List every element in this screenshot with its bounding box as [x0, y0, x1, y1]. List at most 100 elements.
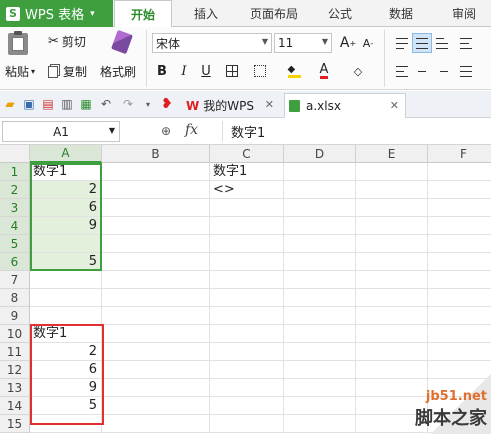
paste-label: 粘贴: [5, 65, 30, 79]
align-middle-icon: [416, 37, 428, 49]
cell-a11[interactable]: 2: [30, 343, 102, 361]
save-icon[interactable]: ▣: [22, 97, 36, 111]
row-header-10[interactable]: 10: [0, 325, 30, 343]
column-header-d[interactable]: D: [284, 145, 356, 163]
row-header-4[interactable]: 4: [0, 217, 30, 235]
tab-formulas[interactable]: 公式: [318, 0, 362, 27]
cell-a5[interactable]: [30, 235, 102, 253]
tab-insert[interactable]: 插入: [182, 0, 230, 27]
zoom-icon[interactable]: ⊕: [161, 124, 171, 138]
align-left-button[interactable]: [392, 61, 412, 81]
align-bottom-button[interactable]: [432, 33, 452, 53]
undo-icon[interactable]: ↶: [99, 97, 113, 111]
align-middle-button[interactable]: [412, 33, 432, 53]
cell-a8[interactable]: [30, 289, 102, 307]
fill-color-button[interactable]: ◆: [284, 61, 304, 81]
row-header-14[interactable]: 14: [0, 397, 30, 415]
doc-tab-a-xlsx[interactable]: a.xlsx ✕: [284, 93, 406, 118]
italic-button[interactable]: I: [174, 61, 194, 81]
cell-a15[interactable]: [30, 415, 102, 433]
align-right-button[interactable]: [432, 61, 452, 81]
grow-font-button[interactable]: A +: [338, 33, 358, 53]
column-header-a[interactable]: A: [30, 145, 102, 163]
open-folder-icon[interactable]: ▰: [3, 97, 17, 111]
row-header-9[interactable]: 9: [0, 307, 30, 325]
tab-home[interactable]: 开始: [114, 0, 172, 28]
redo-icon[interactable]: ↷: [121, 97, 135, 111]
row-header-13[interactable]: 13: [0, 379, 30, 397]
worksheet-grid[interactable]: A B C D E F 1 2 3 4 5 6 7 8 9 10 11 12 1…: [0, 145, 491, 434]
row-header-5[interactable]: 5: [0, 235, 30, 253]
cell-a14[interactable]: 5: [30, 397, 102, 415]
close-icon[interactable]: ✕: [390, 99, 399, 112]
app-title: WPS 表格: [25, 8, 85, 23]
row-header-7[interactable]: 7: [0, 271, 30, 289]
row-header-15[interactable]: 15: [0, 415, 30, 433]
justify-button[interactable]: [456, 61, 476, 81]
wrap-text-button[interactable]: [456, 33, 476, 53]
cut-button[interactable]: ✂ 剪切: [48, 33, 86, 50]
chevron-down-icon[interactable]: ▾: [141, 97, 155, 111]
cut-label: 剪切: [61, 35, 86, 49]
copy-button[interactable]: 复制: [48, 63, 87, 80]
underline-button[interactable]: U: [196, 61, 216, 81]
scissors-icon: ✂: [48, 34, 59, 49]
cell-a2[interactable]: 2: [30, 181, 102, 199]
align-top-button[interactable]: [392, 33, 412, 53]
row-header-3[interactable]: 3: [0, 199, 30, 217]
doc-tab-my-wps[interactable]: W 我的WPS ✕: [182, 93, 280, 118]
font-size-select[interactable]: 11 ▼: [274, 33, 332, 53]
row-header-11[interactable]: 11: [0, 343, 30, 361]
align-center-button[interactable]: [412, 61, 432, 81]
column-header-b[interactable]: B: [102, 145, 210, 163]
formula-bar: A1 ▼ ⊕ fx 数字1: [0, 119, 491, 145]
column-header-e[interactable]: E: [356, 145, 428, 163]
column-c-cells[interactable]: [210, 199, 284, 433]
row-header-2[interactable]: 2: [0, 181, 30, 199]
cell-a3[interactable]: 6: [30, 199, 102, 217]
app-menu-button[interactable]: S WPS 表格 ▾: [0, 0, 113, 27]
shrink-font-button[interactable]: A-: [358, 33, 378, 53]
cell-c1[interactable]: 数字1: [210, 163, 284, 181]
row-header-8[interactable]: 8: [0, 289, 30, 307]
font-name-select[interactable]: 宋体 ▼: [152, 33, 272, 53]
cell-a4[interactable]: 9: [30, 217, 102, 235]
row-header-6[interactable]: 6: [0, 253, 30, 271]
column-f-cells[interactable]: [428, 163, 491, 433]
cell-a7[interactable]: [30, 271, 102, 289]
paste-button[interactable]: [8, 31, 28, 55]
bold-button[interactable]: B: [152, 61, 172, 81]
column-d-cells[interactable]: [284, 163, 356, 433]
column-header-c[interactable]: C: [210, 145, 284, 163]
row-header-1[interactable]: 1: [0, 163, 30, 181]
column-b-cells[interactable]: [102, 163, 210, 433]
cell-a6[interactable]: 5: [30, 253, 102, 271]
cell-a12[interactable]: 6: [30, 361, 102, 379]
insert-function-button[interactable]: fx: [185, 122, 198, 138]
column-e-cells[interactable]: [356, 163, 428, 433]
column-header-f[interactable]: F: [428, 145, 491, 163]
cell-c2[interactable]: <>: [210, 181, 284, 199]
export-pdf-icon[interactable]: ▤: [41, 97, 55, 111]
print-preview-icon[interactable]: ▦: [79, 97, 93, 111]
cell-a1[interactable]: 数字1: [30, 163, 102, 181]
fill-pattern-button[interactable]: [250, 61, 270, 81]
paste-menu-button[interactable]: 粘贴 ▾: [5, 63, 35, 80]
format-painter-button[interactable]: [104, 29, 140, 55]
tab-data[interactable]: 数据: [376, 0, 426, 27]
tab-page-layout[interactable]: 页面布局: [240, 0, 308, 27]
cell-a13[interactable]: 9: [30, 379, 102, 397]
doc-tab-label: 我的WPS: [203, 99, 254, 113]
borders-button[interactable]: [222, 61, 242, 81]
cell-a10[interactable]: 数字1: [30, 325, 102, 343]
cell-a9[interactable]: [30, 307, 102, 325]
row-header-12[interactable]: 12: [0, 361, 30, 379]
clear-format-button[interactable]: ◇: [348, 61, 368, 81]
formula-input[interactable]: 数字1: [222, 121, 489, 142]
name-box[interactable]: A1 ▼: [2, 121, 120, 142]
tab-review[interactable]: 审阅: [442, 0, 486, 27]
font-color-button[interactable]: A: [314, 61, 334, 81]
select-all-corner[interactable]: [0, 145, 30, 163]
close-icon[interactable]: ✕: [265, 98, 274, 111]
print-icon[interactable]: ▥: [60, 97, 74, 111]
